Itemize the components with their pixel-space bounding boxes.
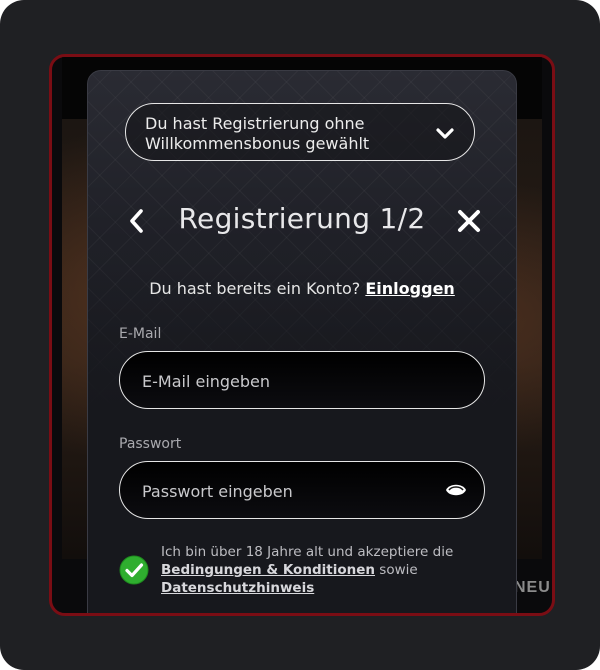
terms-text-middle: sowie xyxy=(379,562,418,578)
background-partial-text: NEU xyxy=(514,579,551,596)
close-icon xyxy=(458,210,480,232)
registration-panel: Du hast Registrierung ohne Willkommensbo… xyxy=(87,70,517,613)
email-label: E-Mail xyxy=(119,326,162,342)
check-circle-icon xyxy=(119,555,149,585)
bonus-selection-text: Du hast Registrierung ohne Willkommensbo… xyxy=(145,114,370,153)
terms-checkbox[interactable] xyxy=(119,555,149,585)
page-title: Registrierung 1/2 xyxy=(178,202,426,235)
password-field-container xyxy=(119,461,485,520)
terms-conditions-link[interactable]: Bedingungen & Konditionen xyxy=(161,562,375,578)
chevron-down-icon xyxy=(436,128,454,139)
login-link[interactable]: Einloggen xyxy=(365,279,454,298)
registration-header: Registrierung 1/2 xyxy=(88,196,516,246)
terms-text: Ich bin über 18 Jahre alt und akzeptiere… xyxy=(161,543,481,597)
password-input[interactable] xyxy=(140,462,434,520)
login-prompt-text: Du hast bereits ein Konto? xyxy=(149,279,361,298)
password-visibility-toggle[interactable] xyxy=(444,479,468,501)
highlight-frame: NEU Du hast Registrierung ohne Willkomme… xyxy=(49,54,555,616)
terms-text-intro: Ich bin über 18 Jahre alt und akzeptiere… xyxy=(161,544,454,560)
password-label: Passwort xyxy=(119,436,182,452)
close-button[interactable] xyxy=(454,206,484,236)
window-background: NEU Du hast Registrierung ohne Willkomme… xyxy=(0,0,600,670)
email-field-container xyxy=(119,351,485,410)
email-input[interactable] xyxy=(140,352,434,410)
terms-consent: Ich bin über 18 Jahre alt und akzeptiere… xyxy=(119,543,489,603)
bonus-selection-dropdown[interactable]: Du hast Registrierung ohne Willkommensbo… xyxy=(125,103,475,161)
login-prompt: Du hast bereits ein Konto? Einloggen xyxy=(88,279,516,298)
privacy-notice-link[interactable]: Datenschutzhinweis xyxy=(161,580,314,596)
eye-icon xyxy=(446,484,466,496)
